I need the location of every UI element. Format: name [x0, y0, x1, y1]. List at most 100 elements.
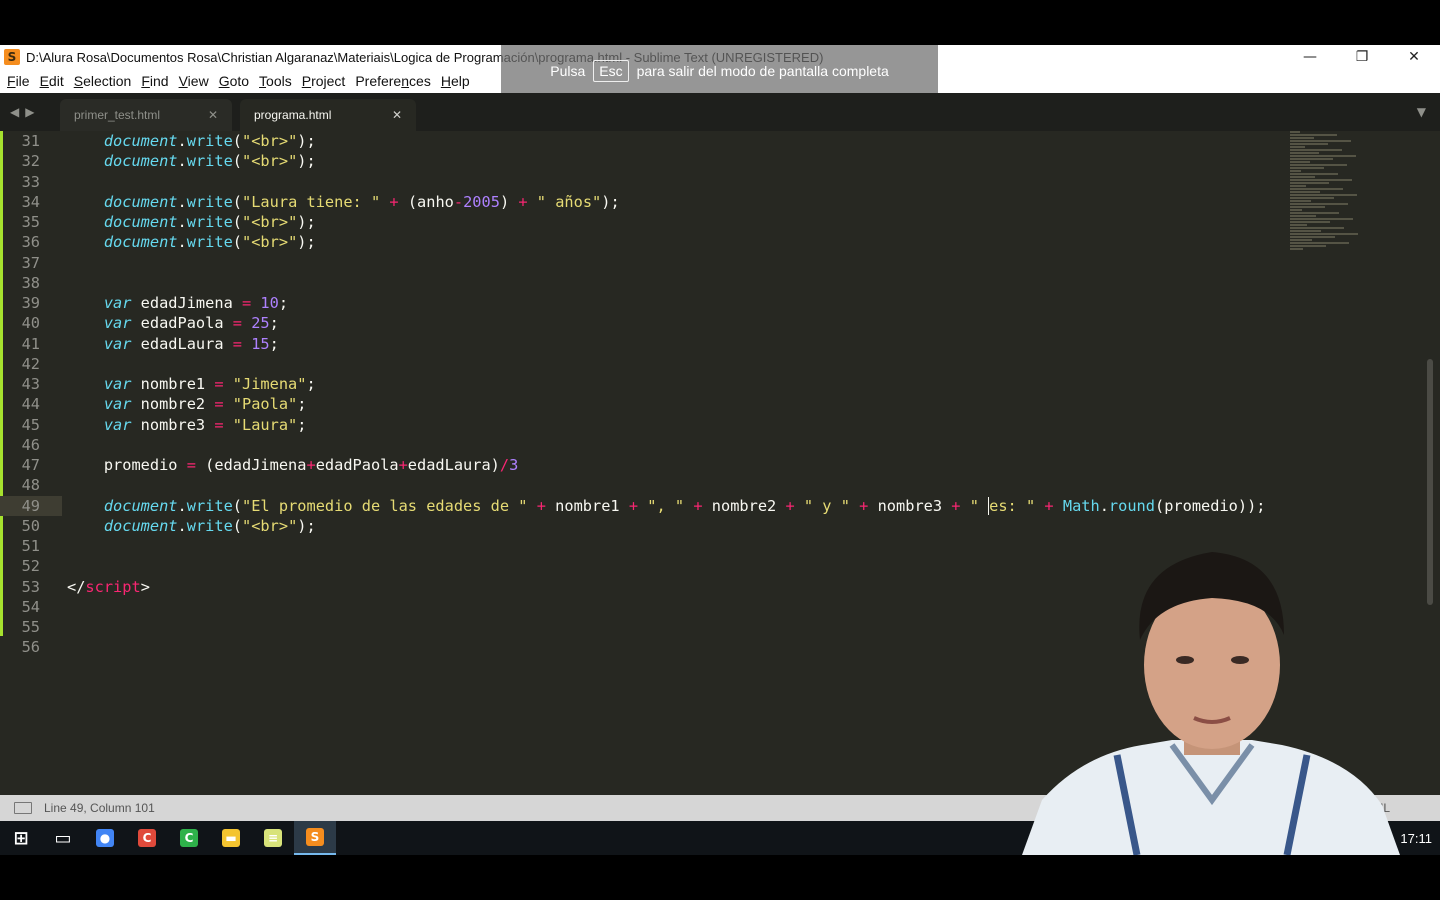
line-number: 50: [21, 516, 40, 535]
tab-programa[interactable]: programa.html ✕: [240, 99, 416, 131]
minimize-button[interactable]: —: [1284, 45, 1336, 69]
code-line-38[interactable]: 38: [0, 273, 1280, 293]
menu-Find[interactable]: Find: [138, 73, 175, 89]
tab-next-icon[interactable]: ▶: [25, 105, 34, 119]
menu-File[interactable]: File: [4, 73, 37, 89]
close-button[interactable]: ✕: [1388, 45, 1440, 69]
taskbar-notepad[interactable]: ≡: [252, 821, 294, 855]
green-c-app-icon: C: [180, 829, 198, 847]
minimap-line: [1290, 170, 1301, 172]
code-line-39[interactable]: 39 var edadJimena = 10;: [0, 293, 1280, 313]
line-number: 46: [21, 435, 40, 454]
menu-Goto[interactable]: Goto: [216, 73, 256, 89]
maximize-button[interactable]: ❐: [1336, 45, 1388, 69]
letterbox-bottom: [0, 855, 1440, 900]
minimap-line: [1290, 152, 1319, 154]
minimap-line: [1290, 230, 1321, 232]
taskbar-explorer[interactable]: ▬: [210, 821, 252, 855]
minimap-line: [1290, 140, 1351, 142]
code-text: document.write("<br>");: [67, 516, 316, 535]
menu-Tools[interactable]: Tools: [256, 73, 299, 89]
code-line-50[interactable]: 50 document.write("<br>");: [0, 516, 1280, 536]
line-number: 34: [21, 192, 40, 211]
menu-Edit[interactable]: Edit: [37, 73, 71, 89]
vertical-scrollbar[interactable]: [1427, 359, 1433, 605]
folder-icon: ▬: [222, 829, 240, 847]
code-line-44[interactable]: 44 var nombre2 = "Paola";: [0, 394, 1280, 414]
code-line-32[interactable]: 32 document.write("<br>");: [0, 151, 1280, 171]
line-number: 43: [21, 375, 40, 393]
code-line-46[interactable]: 46: [0, 435, 1280, 455]
fullscreen-hint: Pulsa Esc para salir del modo de pantall…: [501, 45, 938, 93]
taskbar-task-view[interactable]: ▭: [42, 821, 84, 855]
chrome-icon: ●: [96, 829, 114, 847]
sublime-app-icon: S: [4, 49, 20, 65]
menu-Help[interactable]: Help: [438, 73, 477, 89]
taskbar-start[interactable]: ⊞: [0, 821, 42, 855]
panel-toggle-icon[interactable]: [14, 802, 32, 814]
code-text: </script>: [67, 577, 150, 596]
line-number: 51: [21, 537, 40, 555]
code-line-43[interactable]: 43 var nombre1 = "Jimena";: [0, 374, 1280, 394]
tab-dropdown-icon[interactable]: ▼: [1417, 105, 1426, 119]
code-line-33[interactable]: 33: [0, 172, 1280, 192]
line-number: 32: [21, 152, 40, 171]
minimap-line: [1290, 188, 1343, 190]
sublime-icon: S: [306, 828, 324, 846]
menu-Project[interactable]: Project: [299, 73, 353, 89]
line-number: 55: [21, 618, 40, 636]
taskbar-sublime[interactable]: S: [294, 821, 336, 855]
tab-primer-test[interactable]: primer_test.html ✕: [60, 99, 232, 131]
minimap-line: [1290, 215, 1316, 217]
line-number: 35: [21, 213, 40, 231]
webcam-presenter-video: [1022, 540, 1400, 855]
tab-navigation: ◀ ▶: [10, 105, 34, 119]
red-c-app-icon: C: [138, 829, 156, 847]
minimap-line: [1290, 182, 1329, 184]
minimap-line: [1290, 227, 1344, 229]
code-line-41[interactable]: 41 var edadLaura = 15;: [0, 334, 1280, 354]
line-number: 56: [21, 638, 40, 657]
code-line-37[interactable]: 37: [0, 253, 1280, 273]
minimap-line: [1290, 197, 1334, 199]
code-line-31[interactable]: 31 document.write("<br>");: [0, 131, 1280, 151]
minimap-line: [1290, 242, 1349, 244]
minimap-line: [1290, 194, 1357, 196]
taskbar-app-red[interactable]: C: [126, 821, 168, 855]
minimap-line: [1290, 134, 1337, 136]
minimap-line: [1290, 161, 1310, 163]
code-line-49[interactable]: 49 document.write("El promedio de las ed…: [0, 495, 1280, 516]
esc-key-hint: Esc: [593, 60, 629, 82]
code-line-48[interactable]: 48: [0, 475, 1280, 495]
menu-View[interactable]: View: [176, 73, 216, 89]
line-number: 37: [21, 253, 40, 272]
letterbox-top: [0, 0, 1440, 45]
tab-close-icon[interactable]: ✕: [392, 108, 402, 122]
code-line-34[interactable]: 34 document.write("Laura tiene: " + (anh…: [0, 192, 1280, 212]
code-line-42[interactable]: 42: [0, 354, 1280, 374]
code-text: var edadPaola = 25;: [67, 314, 279, 333]
line-number: 39: [21, 294, 40, 312]
code-line-40[interactable]: 40 var edadPaola = 25;: [0, 313, 1280, 333]
minimap-line: [1290, 218, 1353, 220]
code-line-35[interactable]: 35 document.write("<br>");: [0, 212, 1280, 232]
tab-close-icon[interactable]: ✕: [208, 108, 218, 122]
menu-Selection[interactable]: Selection: [71, 73, 139, 89]
fullscreen-hint-before: Pulsa: [550, 63, 586, 79]
menu-Preferences[interactable]: Preferences: [352, 73, 438, 89]
taskbar-clock[interactable]: 17:11: [1400, 831, 1432, 846]
code-line-36[interactable]: 36 document.write("<br>");: [0, 232, 1280, 252]
code-line-47[interactable]: 47 promedio = (edadJimena+edadPaola+edad…: [0, 455, 1280, 475]
minimap[interactable]: [1286, 131, 1426, 251]
taskbar-chrome[interactable]: ●: [84, 821, 126, 855]
tab-prev-icon[interactable]: ◀: [10, 105, 19, 119]
minimap-line: [1290, 203, 1348, 205]
minimap-line: [1290, 239, 1312, 241]
code-line-45[interactable]: 45 var nombre3 = "Laura";: [0, 415, 1280, 435]
presenter-figure: [1022, 552, 1400, 855]
line-number: 44: [21, 395, 40, 414]
minimap-line: [1290, 143, 1328, 145]
code-text: var edadLaura = 15;: [67, 334, 279, 353]
taskbar-app-green[interactable]: C: [168, 821, 210, 855]
line-number: 53: [21, 577, 40, 596]
